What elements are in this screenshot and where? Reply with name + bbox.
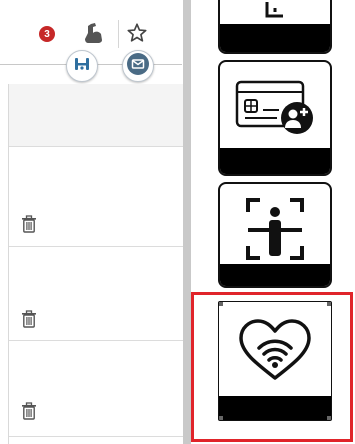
toolbar-divider xyxy=(118,20,119,48)
table-header xyxy=(9,84,185,147)
row-divider xyxy=(9,246,185,247)
app-tile-column xyxy=(191,0,355,444)
face-scan-icon xyxy=(220,194,330,264)
tile-label-strip xyxy=(220,24,330,52)
left-panel: 3 xyxy=(0,0,185,444)
selection-highlight xyxy=(191,292,353,442)
row-divider xyxy=(9,436,185,437)
tile-label-strip xyxy=(220,148,330,174)
handshake-icon xyxy=(72,54,92,79)
mail-icon xyxy=(126,52,150,81)
muscle-icon[interactable] xyxy=(80,20,108,46)
app-tile-window[interactable] xyxy=(218,0,332,54)
handshake-button[interactable] xyxy=(66,50,98,82)
add-card-user-icon xyxy=(220,78,330,138)
notification-badge[interactable]: 3 xyxy=(39,26,55,42)
window-icon xyxy=(220,2,330,24)
app-tile-face-scan[interactable] xyxy=(218,182,332,288)
trash-icon[interactable] xyxy=(21,402,37,420)
data-table xyxy=(8,84,185,444)
star-icon[interactable] xyxy=(124,20,150,46)
scrollbar[interactable] xyxy=(183,0,191,444)
tile-label-strip xyxy=(220,264,330,286)
trash-icon[interactable] xyxy=(21,215,37,233)
app-tile-add-card-user[interactable] xyxy=(218,60,332,176)
mail-button[interactable] xyxy=(122,50,154,82)
row-divider xyxy=(9,340,185,341)
trash-icon[interactable] xyxy=(21,310,37,328)
